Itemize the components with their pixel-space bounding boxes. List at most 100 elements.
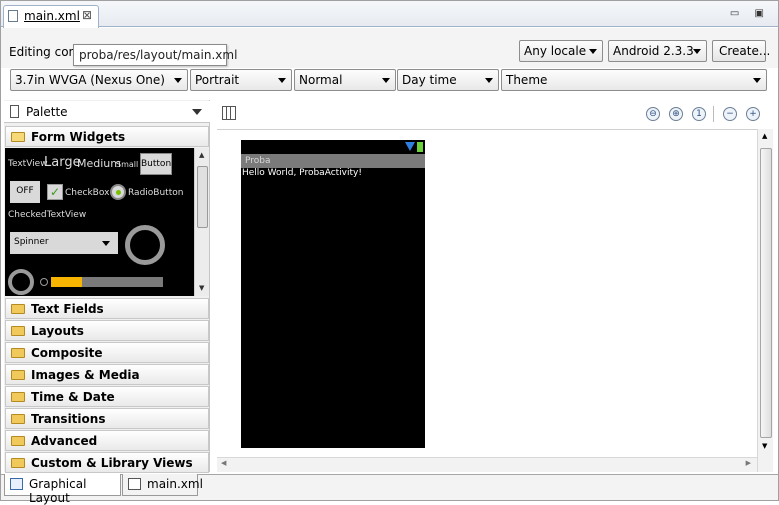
editor-tab-bar: main.xml ⊠ ▭ ▣ <box>1 1 778 28</box>
progress-fill <box>51 277 83 287</box>
locale-select[interactable]: Any locale <box>519 40 603 62</box>
form-widgets-preview: TextView Large Medium Small Button OFF ✓… <box>5 148 194 296</box>
locale-value: Any locale <box>524 44 587 58</box>
tab-main-xml-source[interactable]: main.xml <box>122 474 203 496</box>
category-label: Layouts <box>31 324 84 338</box>
tab-label: main.xml <box>24 9 80 23</box>
close-icon[interactable]: ⊠ <box>82 8 92 22</box>
palette-scrollbar[interactable]: ▲ ▼ <box>194 148 209 296</box>
category-label: Time & Date <box>31 390 115 404</box>
scroll-up-icon[interactable]: ▲ <box>762 132 767 140</box>
chevron-down-icon[interactable] <box>192 109 202 115</box>
widget-checked-textview[interactable]: CheckedTextView <box>8 210 86 220</box>
api-level-select[interactable]: Android 2.3.3 <box>608 40 707 62</box>
path-tooltip: proba/res/layout/main.xml <box>73 44 237 66</box>
widget-medium[interactable]: Medium <box>77 157 121 170</box>
category-label: Advanced <box>31 434 98 448</box>
chevron-down-icon <box>102 241 110 246</box>
theme-value: Theme <box>506 73 548 87</box>
toolbar-separator <box>713 106 714 122</box>
layout-toggle-icon[interactable] <box>222 106 236 120</box>
device-preview[interactable]: Proba Hello World, ProbaActivity! <box>241 140 425 448</box>
checkbox-check-icon[interactable]: ✓ <box>47 184 63 200</box>
widget-toggle[interactable]: OFF <box>10 181 40 203</box>
widget-spinner[interactable]: Spinner <box>10 232 118 254</box>
category-label: Form Widgets <box>31 130 126 144</box>
time-select[interactable]: Day time <box>397 69 499 91</box>
category-label: Images & Media <box>31 368 140 382</box>
scroll-right-icon[interactable]: ▶ <box>746 459 751 467</box>
category-advanced[interactable]: Advanced <box>5 430 209 451</box>
hello-textview[interactable]: Hello World, ProbaActivity! <box>241 168 362 178</box>
category-transitions[interactable]: Transitions <box>5 408 209 429</box>
folder-icon <box>11 458 25 468</box>
folder-icon <box>11 304 25 314</box>
xml-file-icon <box>128 478 141 490</box>
zoom-real-size-icon[interactable]: ⊖ <box>646 107 660 121</box>
graphical-layout-icon <box>10 478 23 490</box>
zoom-in-icon[interactable]: + <box>746 107 760 121</box>
device-select[interactable]: 3.7in WVGA (Nexus One) <box>10 69 188 91</box>
scroll-thumb[interactable] <box>197 166 208 228</box>
category-time-date[interactable]: Time & Date <box>5 386 209 407</box>
scroll-down-icon[interactable]: ▼ <box>762 442 767 450</box>
folder-icon <box>11 348 25 358</box>
zoom-fit-icon[interactable]: ⊕ <box>669 107 683 121</box>
chevron-down-icon <box>174 78 182 83</box>
category-composite[interactable]: Composite <box>5 342 209 363</box>
status-bar <box>241 140 425 154</box>
category-text-fields[interactable]: Text Fields <box>5 298 209 319</box>
editing-config-label: Editing con <box>9 45 77 59</box>
widget-button[interactable]: Button <box>140 153 172 175</box>
scroll-up-icon[interactable]: ▲ <box>199 151 204 159</box>
category-label: Composite <box>31 346 103 360</box>
folder-icon <box>11 370 25 380</box>
widget-large[interactable]: Large <box>44 155 81 170</box>
category-images-media[interactable]: Images & Media <box>5 364 209 385</box>
orientation-select[interactable]: Portrait <box>190 69 292 91</box>
zoom-100-icon[interactable]: 1 <box>692 107 706 121</box>
dock-mode-select[interactable]: Normal <box>294 69 396 91</box>
orientation-value: Portrait <box>195 73 240 87</box>
category-form-widgets[interactable]: Form Widgets <box>5 126 209 147</box>
palette-icon <box>10 105 19 118</box>
open-folder-icon <box>11 132 25 142</box>
radio-icon[interactable] <box>110 184 126 200</box>
spinner-label: Spinner <box>14 237 49 247</box>
palette-title: Palette <box>26 105 68 119</box>
chevron-down-icon <box>382 78 390 83</box>
scroll-thumb[interactable] <box>760 148 772 438</box>
tab-main-xml[interactable]: main.xml ⊠ <box>3 5 99 28</box>
progress-medium-icon <box>8 269 34 295</box>
chevron-down-icon <box>589 49 597 54</box>
category-layouts[interactable]: Layouts <box>5 320 209 341</box>
category-label: Transitions <box>31 412 106 426</box>
horizontal-progress-bar <box>51 277 163 287</box>
create-button[interactable]: Create... <box>712 40 770 62</box>
category-custom-library-views[interactable]: Custom & Library Views <box>5 452 209 473</box>
chevron-down-icon <box>278 78 286 83</box>
canvas-vertical-scrollbar[interactable]: ▲ ▼ <box>757 129 773 472</box>
chevron-down-icon <box>753 78 761 83</box>
widget-checkbox-label: CheckBox <box>65 188 110 198</box>
window-controls[interactable]: ▭ ▣ <box>730 8 770 19</box>
scroll-down-icon[interactable]: ▼ <box>199 284 204 292</box>
battery-icon <box>417 142 423 152</box>
chevron-down-icon <box>485 78 493 83</box>
chevron-down-icon <box>693 49 701 54</box>
widget-textview[interactable]: TextView <box>8 159 48 169</box>
palette-header[interactable]: Palette <box>4 101 210 123</box>
canvas-horizontal-scrollbar[interactable]: ◀ ▶ <box>217 457 757 472</box>
signal-icon <box>405 142 415 151</box>
progress-large-icon <box>125 225 165 265</box>
folder-icon <box>11 436 25 446</box>
category-label: Text Fields <box>31 302 104 316</box>
widget-small[interactable]: Small <box>116 160 138 169</box>
progress-small-icon <box>40 278 48 286</box>
xml-file-icon <box>8 10 18 22</box>
dock-value: Normal <box>299 73 343 87</box>
theme-select[interactable]: Theme <box>501 69 767 91</box>
zoom-out-icon[interactable]: − <box>723 107 737 121</box>
scroll-left-icon[interactable]: ◀ <box>221 459 226 467</box>
tab-graphical-layout[interactable]: Graphical Layout <box>4 474 121 505</box>
